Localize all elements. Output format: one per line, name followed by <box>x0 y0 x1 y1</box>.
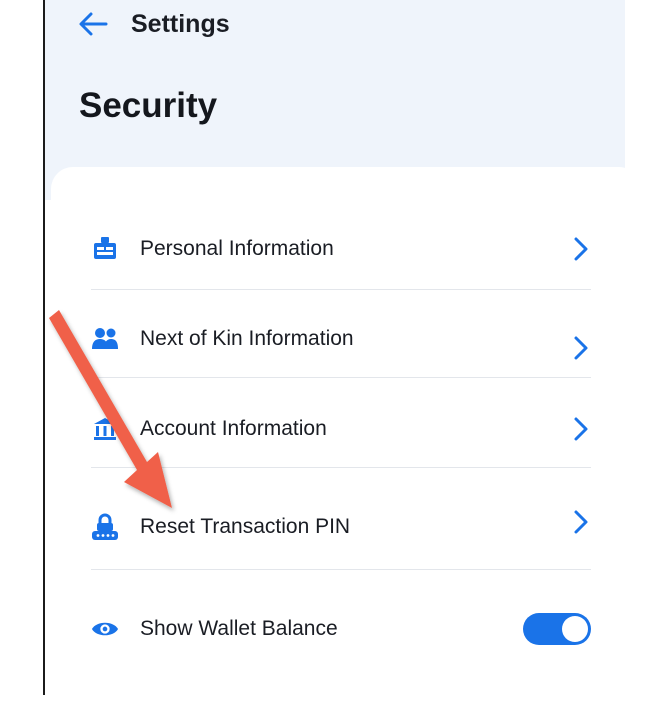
chevron-right-icon <box>571 508 591 536</box>
menu-item-account-information[interactable]: Account Information <box>91 399 591 459</box>
people-icon <box>91 325 119 353</box>
menu-item-next-of-kin[interactable]: Next of Kin Information <box>91 309 591 369</box>
menu-item-label: Account Information <box>140 417 327 440</box>
menu-item-show-wallet-balance: Show Wallet Balance <box>91 599 591 659</box>
chevron-right-icon <box>571 235 591 263</box>
menu-item-label: Reset Transaction PIN <box>140 515 351 538</box>
eye-icon <box>91 615 119 643</box>
back-label[interactable]: Settings <box>131 10 230 39</box>
id-card-icon <box>91 235 119 263</box>
back-nav[interactable]: Settings <box>77 4 230 44</box>
wallet-balance-toggle[interactable] <box>523 613 591 645</box>
toggle-knob <box>562 616 588 642</box>
app-screen: Settings Security Personal Information N… <box>43 0 625 695</box>
page-title: Security <box>79 86 218 125</box>
menu-item-personal-information[interactable]: Personal Information <box>91 219 591 279</box>
chevron-right-icon <box>571 415 591 443</box>
chevron-right-icon <box>571 334 591 362</box>
lock-keypad-icon <box>91 513 119 541</box>
menu-item-label: Next of Kin Information <box>140 327 354 350</box>
bank-icon <box>91 415 119 443</box>
back-arrow-icon[interactable] <box>77 8 109 40</box>
menu-item-reset-transaction-pin[interactable]: Reset Transaction PIN <box>91 497 591 557</box>
menu-item-label: Show Wallet Balance <box>140 617 338 640</box>
menu-item-label: Personal Information <box>140 237 334 260</box>
divider <box>91 467 591 468</box>
divider <box>91 569 591 570</box>
divider <box>91 377 591 378</box>
settings-card: Personal Information Next of Kin Informa… <box>51 167 625 695</box>
divider <box>91 289 591 290</box>
